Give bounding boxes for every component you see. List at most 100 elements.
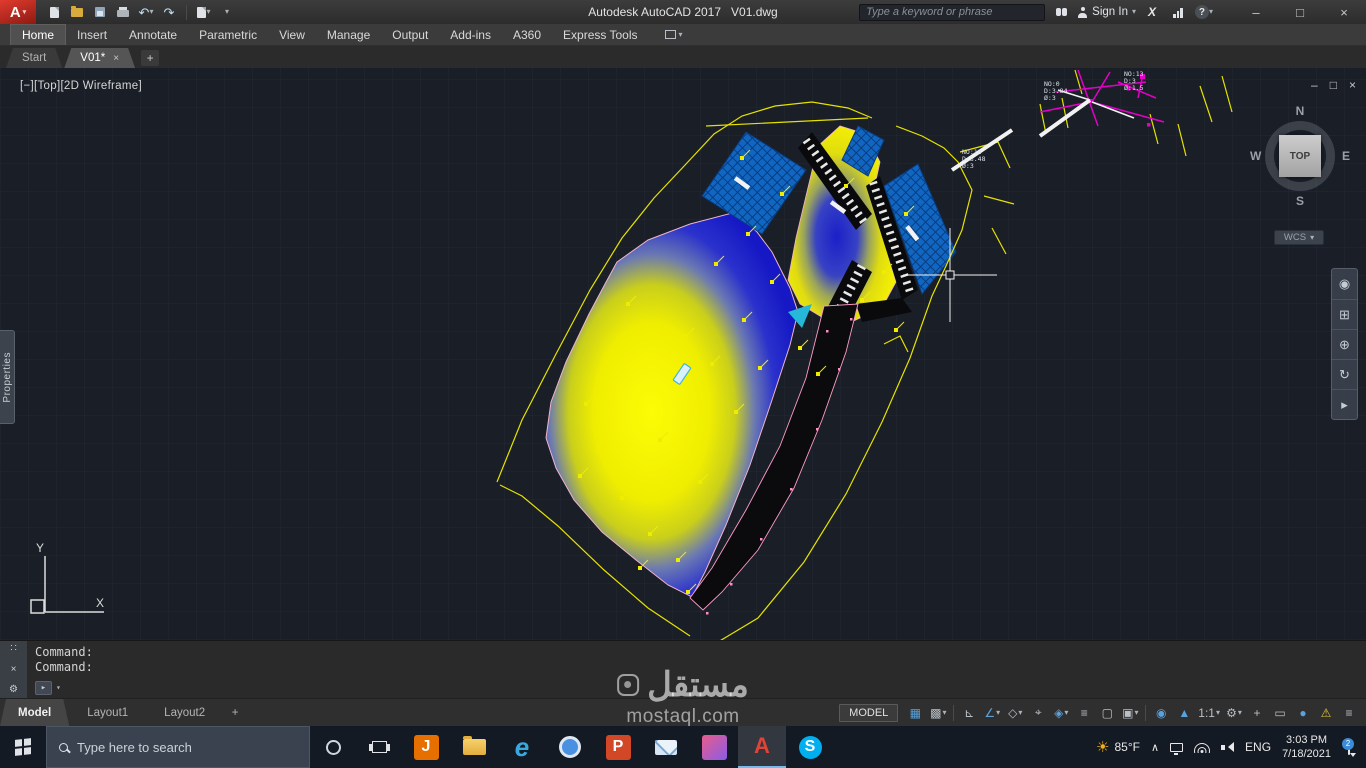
taskbar-app-java[interactable]: J <box>402 726 450 768</box>
properties-palette-tab[interactable]: Properties <box>0 330 15 424</box>
qat-customize-button[interactable]: ▾ <box>217 3 237 21</box>
selection-cycling-toggle[interactable]: ▣ ▾ <box>1119 703 1141 723</box>
taskbar-app-skype[interactable]: S <box>786 726 834 768</box>
application-menu-button[interactable]: A ▾ <box>0 0 36 24</box>
ortho-toggle[interactable]: ⊾ <box>958 703 980 723</box>
object-snap-toggle[interactable]: ◈ ▾ <box>1050 703 1072 723</box>
layout-tab-model[interactable]: Model <box>0 699 69 726</box>
wcs-dropdown[interactable]: WCS ▾ <box>1274 230 1324 245</box>
minimize-button[interactable]: – <box>1234 0 1278 24</box>
plot-button[interactable] <box>113 3 133 21</box>
help-button[interactable]: ? ▾ <box>1194 3 1214 21</box>
tab-home[interactable]: Home <box>10 24 67 45</box>
graphics-performance-button[interactable]: ● <box>1292 703 1314 723</box>
zoom-button[interactable]: ⊕ <box>1332 329 1357 359</box>
file-tab-document[interactable]: V01* × <box>64 48 135 68</box>
model-space-button[interactable]: MODEL <box>839 703 899 722</box>
annotation-visibility-toggle[interactable]: ◉ <box>1150 703 1172 723</box>
layout-tab-layout1[interactable]: Layout1 <box>69 699 146 726</box>
steering-wheel-button[interactable]: ◉ <box>1332 269 1357 299</box>
command-customize-icon[interactable]: ⚙ <box>9 685 18 695</box>
vp-minimize-icon[interactable]: – <box>1311 78 1318 92</box>
new-tab-button[interactable]: + <box>141 50 160 66</box>
sign-in-button[interactable]: Sign In ▾ <box>1077 6 1136 18</box>
undo-button[interactable]: ↶ ▾ <box>136 3 156 21</box>
viewcube-south[interactable]: S <box>1296 194 1304 208</box>
isolate-objects-button[interactable]: ▭ <box>1269 703 1291 723</box>
tab-manage[interactable]: Manage <box>316 24 381 45</box>
display-tray-icon[interactable] <box>1170 742 1184 755</box>
save-button[interactable] <box>90 3 110 21</box>
grid-toggle[interactable]: ▦ <box>904 703 926 723</box>
workspace-button[interactable]: ▾ <box>194 3 214 21</box>
language-indicator[interactable]: ENG <box>1245 740 1271 754</box>
isodraft-toggle[interactable]: ◇ ▾ <box>1004 703 1026 723</box>
tab-express-tools[interactable]: Express Tools <box>552 24 648 45</box>
recent-commands-icon[interactable]: ▸ <box>35 681 52 695</box>
autodesk-exchange-button[interactable]: X <box>1142 3 1162 21</box>
open-button[interactable] <box>67 3 87 21</box>
viewcube-north[interactable]: N <box>1296 104 1305 118</box>
recent-commands-caret-icon[interactable]: ▾ <box>56 684 61 692</box>
task-view-button[interactable] <box>356 726 402 768</box>
command-close-icon[interactable]: × <box>11 664 17 675</box>
annotation-monitor-button[interactable]: + <box>1246 703 1268 723</box>
vp-close-icon[interactable]: × <box>1349 78 1356 92</box>
maximize-button[interactable]: □ <box>1278 0 1322 24</box>
taskbar-search[interactable]: Type here to search <box>46 726 310 768</box>
tray-overflow-button[interactable]: ∧ <box>1151 741 1159 754</box>
start-button[interactable] <box>0 726 46 768</box>
file-tab-start[interactable]: Start <box>6 48 62 68</box>
lineweight-toggle[interactable]: ≡ <box>1073 703 1095 723</box>
workspace-switching-button[interactable]: ⚙ ▾ <box>1223 703 1245 723</box>
action-center-button[interactable]: 2 <box>1342 734 1356 760</box>
tab-a360[interactable]: A360 <box>502 24 552 45</box>
viewcube[interactable]: N S W E TOP <box>1248 104 1352 208</box>
customization-button[interactable]: ≡ <box>1338 703 1360 723</box>
transparency-toggle[interactable]: ▢ <box>1096 703 1118 723</box>
tab-addins[interactable]: Add-ins <box>439 24 502 45</box>
taskbar-app-autocad[interactable]: A <box>738 726 786 768</box>
tab-view[interactable]: View <box>268 24 316 45</box>
command-input-row[interactable]: ▸ ▾ <box>35 681 61 695</box>
analytics-button[interactable] <box>1168 3 1188 21</box>
volume-icon[interactable] <box>1221 741 1235 753</box>
orbit-button[interactable]: ↻ <box>1332 359 1357 389</box>
performance-warning-button[interactable]: ⚠ <box>1315 703 1337 723</box>
taskbar-app-powerpoint[interactable]: P <box>594 726 642 768</box>
tab-parametric[interactable]: Parametric <box>188 24 268 45</box>
command-grip-icon[interactable]: ∷ <box>10 644 16 654</box>
ribbon-minimize-button[interactable]: ▾ <box>659 24 689 45</box>
snap-toggle[interactable]: ▩ ▾ <box>927 703 949 723</box>
redo-button[interactable]: ↷ <box>159 3 179 21</box>
viewcube-top-face[interactable]: TOP <box>1279 135 1321 177</box>
taskbar-app-photos[interactable] <box>690 726 738 768</box>
drawing-area[interactable]: NO:18 D:3.48 Ø:3 NO:0 D:3.84 Ø:3 NO:13 D:3 Ø:1… <box>0 68 1366 640</box>
weather-widget[interactable]: ☀ 85°F <box>1096 738 1140 756</box>
osnap-tracking-toggle[interactable]: ⌖ <box>1027 703 1049 723</box>
taskbar-app-mail[interactable] <box>642 726 690 768</box>
tab-annotate[interactable]: Annotate <box>118 24 188 45</box>
tab-output[interactable]: Output <box>381 24 439 45</box>
new-button[interactable] <box>44 3 64 21</box>
search-button[interactable] <box>1051 3 1071 21</box>
taskbar-app-file-explorer[interactable] <box>450 726 498 768</box>
clock-widget[interactable]: 3:03 PM 7/18/2021 <box>1282 733 1331 762</box>
annotation-autoscale-toggle[interactable]: ▲ <box>1173 703 1195 723</box>
viewport-controls[interactable]: [−][Top][2D Wireframe] <box>20 80 142 92</box>
help-search-input[interactable] <box>859 3 1046 21</box>
vp-restore-icon[interactable]: □ <box>1330 78 1337 92</box>
annotation-scale-button[interactable]: 1:1 ▾ <box>1196 703 1222 723</box>
taskbar-app-browser[interactable] <box>546 726 594 768</box>
cortana-button[interactable] <box>310 726 356 768</box>
pan-button[interactable]: ⊞ <box>1332 299 1357 329</box>
polar-tracking-toggle[interactable]: ∠ ▾ <box>981 703 1003 723</box>
tab-insert[interactable]: Insert <box>66 24 118 45</box>
layout-tab-layout2[interactable]: Layout2 <box>146 699 223 726</box>
navbar-more-button[interactable]: ▸ <box>1332 389 1357 419</box>
network-icon[interactable] <box>1194 742 1211 753</box>
close-button[interactable]: × <box>1322 0 1366 24</box>
taskbar-app-edge[interactable]: e <box>498 726 546 768</box>
magenta-utility-lines[interactable] <box>1039 69 1165 127</box>
viewcube-west[interactable]: W <box>1250 149 1261 163</box>
